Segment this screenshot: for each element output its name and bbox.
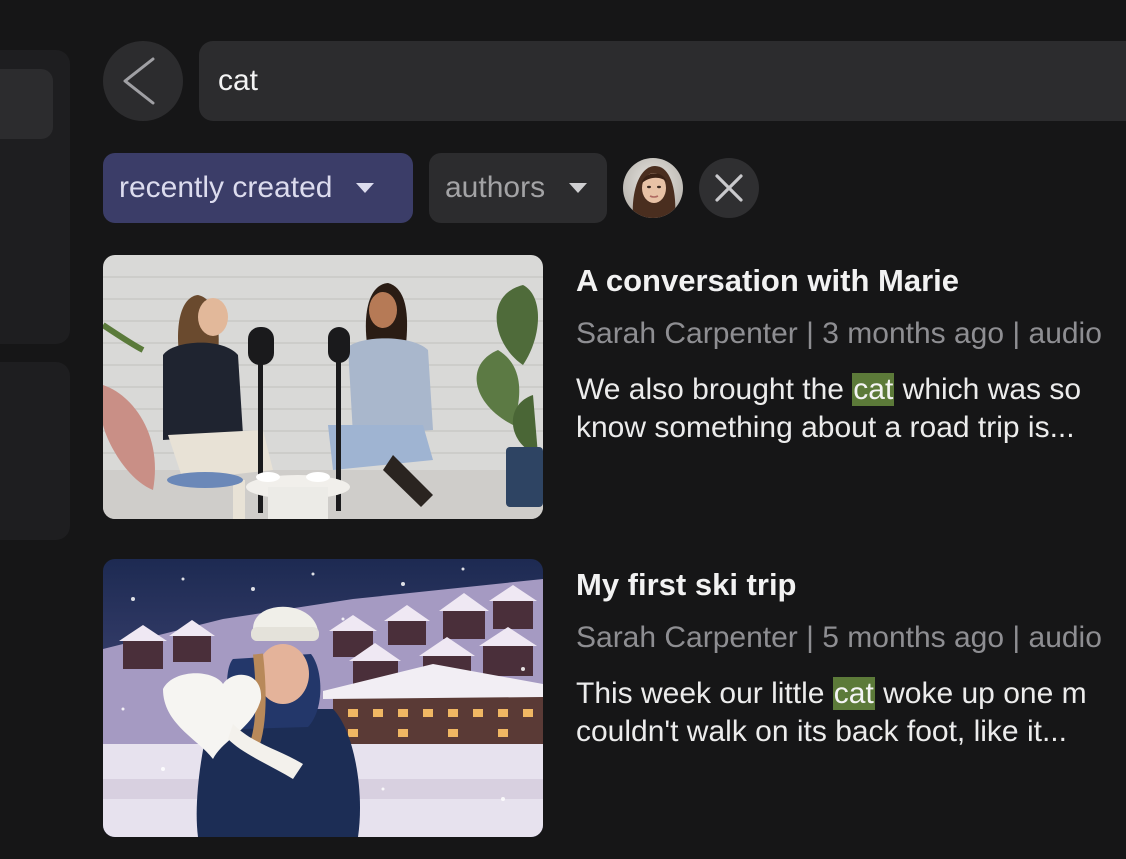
sidebar-panel-lower (0, 362, 70, 540)
result-item[interactable]: A conversation with Marie Sarah Carpente… (103, 255, 1126, 535)
search-highlight: cat (832, 677, 875, 710)
result-title[interactable]: A conversation with Marie (576, 263, 959, 299)
clear-filters-button[interactable] (699, 158, 759, 218)
back-button[interactable] (103, 41, 183, 121)
search-highlight: cat (852, 373, 895, 406)
result-snippet: This week our little cat woke up one m c… (576, 675, 1087, 751)
search-results-screen: recently created authors (0, 0, 1126, 859)
sort-dropdown[interactable]: recently created (103, 153, 413, 223)
search-input[interactable] (218, 41, 1118, 121)
authors-dropdown[interactable]: authors (429, 153, 607, 223)
snippet-text: woke up one m (874, 677, 1087, 710)
result-thumbnail (103, 255, 543, 519)
snippet-line-2: couldn't walk on its back foot, like it.… (576, 715, 1067, 748)
chevron-left-icon (123, 57, 155, 105)
author-filter-avatar[interactable] (623, 158, 683, 218)
sidebar-item[interactable] (0, 69, 53, 139)
caret-down-icon (356, 183, 375, 193)
sort-dropdown-label: recently created (119, 171, 333, 204)
result-meta: Sarah Carpenter | 3 months ago | audio (576, 317, 1102, 350)
search-bar[interactable] (199, 41, 1126, 121)
snippet-text: This week our little (576, 677, 833, 710)
snippet-line-2: know something about a road trip is... (576, 411, 1075, 444)
result-snippet: We also brought the cat which was so kno… (576, 371, 1081, 447)
result-title[interactable]: My first ski trip (576, 567, 797, 603)
snippet-text: We also brought the (576, 373, 853, 406)
snippet-text: which was so (894, 373, 1082, 406)
result-thumbnail (103, 559, 543, 837)
close-icon (715, 174, 743, 202)
result-meta: Sarah Carpenter | 5 months ago | audio (576, 621, 1102, 654)
authors-dropdown-label: authors (445, 171, 546, 204)
caret-down-icon (569, 183, 588, 193)
result-item[interactable]: My first ski trip Sarah Carpenter | 5 mo… (103, 559, 1126, 839)
